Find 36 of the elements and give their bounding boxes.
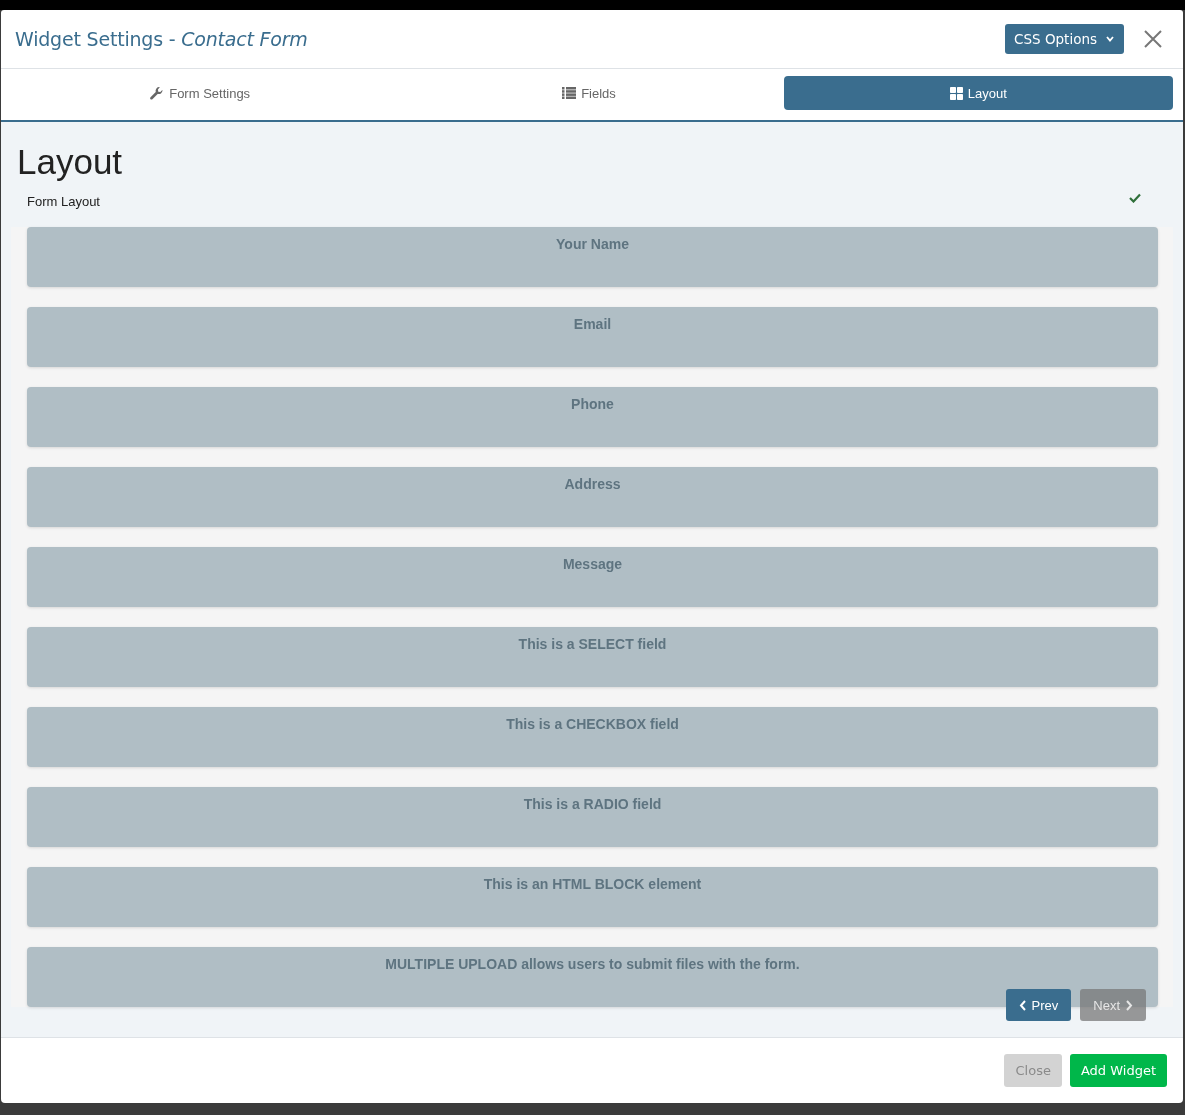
layout-field-block[interactable]: Address bbox=[27, 467, 1158, 527]
field-label: This is an HTML BLOCK element bbox=[483, 875, 702, 893]
field-label: This is a CHECKBOX field bbox=[506, 715, 679, 733]
tab[interactable]: Form Settings bbox=[5, 76, 395, 110]
field-label: Phone bbox=[571, 395, 614, 413]
chevron-right-icon bbox=[1126, 999, 1133, 1011]
close-icon[interactable] bbox=[1144, 30, 1162, 48]
layout-field-block[interactable]: Email bbox=[27, 307, 1158, 367]
field-label: Email bbox=[573, 315, 612, 333]
chevron-left-icon bbox=[1018, 999, 1026, 1011]
grid-icon bbox=[949, 86, 963, 100]
window-title: Widget Settings - Contact Form bbox=[15, 28, 309, 50]
wrench-icon bbox=[149, 85, 165, 101]
layout-field-block[interactable]: This is a SELECT field bbox=[27, 627, 1158, 687]
layout-field-block[interactable]: This is a CHECKBOX field bbox=[27, 707, 1158, 767]
field-label: Your Name bbox=[556, 235, 629, 253]
caret-icon bbox=[1106, 36, 1114, 42]
close-button[interactable]: Close bbox=[1004, 1054, 1062, 1087]
layout-field-block[interactable]: This is a RADIO field bbox=[27, 787, 1158, 847]
form-layout-label: Form Layout bbox=[27, 193, 100, 209]
layout-field-block[interactable]: Message bbox=[27, 547, 1158, 607]
layout-field-block[interactable]: Your Name bbox=[27, 227, 1158, 287]
field-label: This is a RADIO field bbox=[523, 795, 662, 813]
section-heading: Layout bbox=[17, 141, 123, 183]
add-widget-button[interactable]: Add Widget bbox=[1069, 1054, 1167, 1087]
layout-field-block[interactable]: This is an HTML BLOCK element bbox=[27, 867, 1158, 927]
field-label: MULTIPLE UPLOAD allows users to submit files with the form. bbox=[385, 955, 800, 973]
css-options-button[interactable]: CSS Options bbox=[1005, 24, 1124, 54]
field-label: Address bbox=[564, 475, 621, 493]
list-icon bbox=[562, 87, 577, 99]
field-label: This is a SELECT field bbox=[518, 635, 667, 653]
prev-button[interactable]: Prev bbox=[1005, 989, 1072, 1021]
tab[interactable]: Layout bbox=[783, 76, 1173, 110]
tab[interactable]: Fields bbox=[394, 76, 784, 110]
layout-field-block[interactable]: Phone bbox=[27, 387, 1158, 447]
field-label: Message bbox=[562, 555, 623, 573]
